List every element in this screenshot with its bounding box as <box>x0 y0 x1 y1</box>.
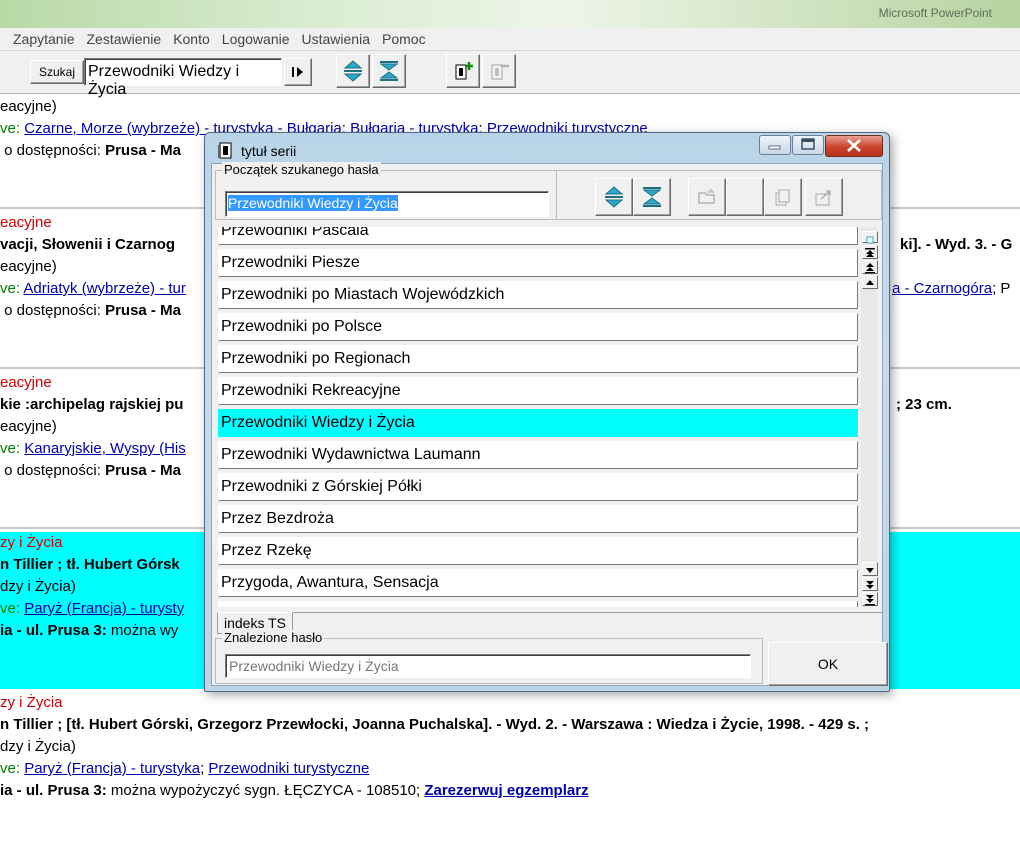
record-2-series: eacyjne) <box>0 258 57 275</box>
record-4-title: n Tillier ; tł. Hubert Górsk <box>0 556 180 573</box>
series-list[interactable]: Przewodniki Pascala Przewodniki Piesze Prz… <box>218 227 870 607</box>
subject-link[interactable]: Paryż (Francja) - turystyka <box>24 760 200 777</box>
search-options-icon[interactable] <box>284 58 312 86</box>
list-item[interactable]: Przewodniki Pascala <box>218 227 858 245</box>
prefix-group: Początek szukanego hasła Przewodniki Wie… <box>215 162 557 220</box>
record-2-subjects-tail: a - Czarnogóra; P <box>892 280 1011 297</box>
record-5-subjects: ve: Paryż (Francja) - turystyka; Przewod… <box>0 760 370 777</box>
list-item[interactable]: Przewodniki po Polsce <box>218 313 858 341</box>
record-5-availability: ia - ul. Prusa 3: można wypożyczyć sygn.… <box>0 782 589 799</box>
list-item[interactable]: Przewodniki po Regionach <box>218 345 858 373</box>
maximize-button[interactable] <box>792 135 824 155</box>
remove-record-icon <box>482 54 516 88</box>
record-2-availability: o dostępności: Prusa - Ma <box>4 302 181 319</box>
subject-link[interactable]: Przewodniki turystyczne <box>208 760 369 777</box>
search-button[interactable]: Szukaj <box>30 60 84 84</box>
window-title: Microsoft PowerPoint <box>878 6 992 20</box>
dialog-body: Początek szukanego hasła Przewodniki Wie… <box>211 162 888 686</box>
scroll-bottom-icon[interactable] <box>862 592 878 606</box>
record-5-series: dzy i Życia) <box>0 738 76 755</box>
record-5-title: n Tillier ; [tł. Hubert Górski, Grzegorz… <box>0 716 870 733</box>
list-item[interactable]: Przez Rzekę <box>218 537 858 565</box>
dialog-book-icon <box>217 142 235 160</box>
close-button[interactable] <box>825 135 883 157</box>
record-3-series: eacyjne) <box>0 418 57 435</box>
subject-link[interactable]: a - Czarnogóra <box>892 280 992 297</box>
minimize-button[interactable] <box>759 135 791 155</box>
dialog-title: tytuł serii <box>241 143 297 159</box>
series-index-dialog: tytuł serii Początek szukanego hasła Prz… <box>204 132 890 692</box>
list-item[interactable]: Przygoda, Awantura, Sensacja <box>218 569 858 597</box>
scroll-position-icon[interactable] <box>862 231 878 244</box>
list-item[interactable]: Przygody Ciała <box>218 601 858 607</box>
page-up-icon[interactable] <box>862 260 878 274</box>
list-item[interactable]: Przewodniki po Miastach Wojewódzkich <box>218 281 858 309</box>
reserve-copy-link[interactable]: Zarezerwuj egzemplarz <box>424 782 588 799</box>
collapse-rows-icon[interactable] <box>633 178 671 216</box>
record-2-series-heading: eacyjne <box>0 214 52 231</box>
list-item[interactable]: Przewodniki z Górskiej Półki <box>218 473 858 501</box>
record-3-series-heading: eacyjne <box>0 374 52 391</box>
collapse-rows-icon[interactable] <box>372 54 406 88</box>
record-2-title-tail: ki]. - Wyd. 3. - G <box>900 236 1013 253</box>
record-1-availability: o dostępności: Prusa - Ma <box>4 142 181 159</box>
record-4-series-heading: zy i Życia <box>0 534 63 551</box>
subject-link[interactable]: Paryż (Francja) - turysty <box>24 600 184 617</box>
list-item[interactable]: Przewodniki Wydawnictwa Laumann <box>218 441 858 469</box>
found-label: Znalezione hasło <box>222 630 325 645</box>
record-3-subjects: ve: Kanaryjskie, Wyspy (His <box>0 440 186 457</box>
expand-rows-icon[interactable] <box>336 54 370 88</box>
menu-logowanie[interactable]: Logowanie <box>216 28 296 47</box>
record-4-subjects: ve: Paryż (Francja) - turysty <box>0 600 185 617</box>
open-folder-icon <box>688 178 726 216</box>
record-1-series: eacyjne) <box>0 98 57 115</box>
scroll-up-icon[interactable] <box>862 275 878 289</box>
menu-pomoc[interactable]: Pomoc <box>376 28 432 47</box>
search-input[interactable]: Przewodniki Wiedzy i Życia <box>84 58 282 98</box>
page-down-icon[interactable] <box>862 577 878 591</box>
list-item[interactable]: Przez Bezdroża <box>218 505 858 533</box>
menu-ustawienia[interactable]: Ustawienia <box>296 28 376 47</box>
menu-zapytanie[interactable]: Zapytanie <box>0 28 80 47</box>
record-4-availability: ia - ul. Prusa 3: można wy <box>0 622 179 639</box>
prefix-input[interactable]: Przewodniki Wiedzy i Życia <box>225 191 549 217</box>
expand-rows-icon[interactable] <box>595 178 633 216</box>
record-3-title: kie :archipelag rajskiej pu <box>0 396 184 413</box>
record-3-title-tail: ; 23 cm. <box>896 396 952 413</box>
menu-bar: Zapytanie Zestawienie Konto Logowanie Ustawi… <box>0 28 1020 51</box>
record-4-series: dzy i Życia) <box>0 578 76 595</box>
ok-button[interactable]: OK <box>768 642 888 686</box>
record-5-series-heading: zy i Życia <box>0 694 63 711</box>
list-item[interactable]: Przewodniki Piesze <box>218 249 858 277</box>
copy-pages-icon <box>764 178 802 216</box>
add-record-icon[interactable] <box>446 54 480 88</box>
prefix-label: Początek szukanego hasła <box>222 162 381 177</box>
subject-link[interactable]: Kanaryjskie, Wyspy (His <box>24 440 186 457</box>
window-title-bar: Microsoft PowerPoint <box>0 0 1020 28</box>
scroll-down-icon[interactable] <box>862 562 878 576</box>
subject-link[interactable]: Adriatyk (wybrzeże) - tur <box>23 280 186 297</box>
record-3-availability: o dostępności: Prusa - Ma <box>4 462 181 479</box>
record-2-subjects: ve: Adriatyk (wybrzeże) - tur <box>0 280 186 297</box>
record-2-title: vacji, Słowenii i Czarnog <box>0 236 176 253</box>
list-item[interactable]: Przewodniki Rekreacyjne <box>218 377 858 405</box>
list-item[interactable]: Przewodniki Wiedzy i Życia <box>218 409 858 437</box>
export-icon <box>805 178 843 216</box>
toolbar: Szukaj Przewodniki Wiedzy i Życia <box>0 51 1020 98</box>
blank-tool-button <box>726 178 764 216</box>
tab-divider <box>293 612 882 613</box>
menu-zestawienie[interactable]: Zestawienie <box>80 28 167 47</box>
scroll-top-icon[interactable] <box>862 245 878 259</box>
found-value: Przewodniki Wiedzy i Życia <box>225 654 751 678</box>
menu-konto[interactable]: Konto <box>167 28 216 47</box>
